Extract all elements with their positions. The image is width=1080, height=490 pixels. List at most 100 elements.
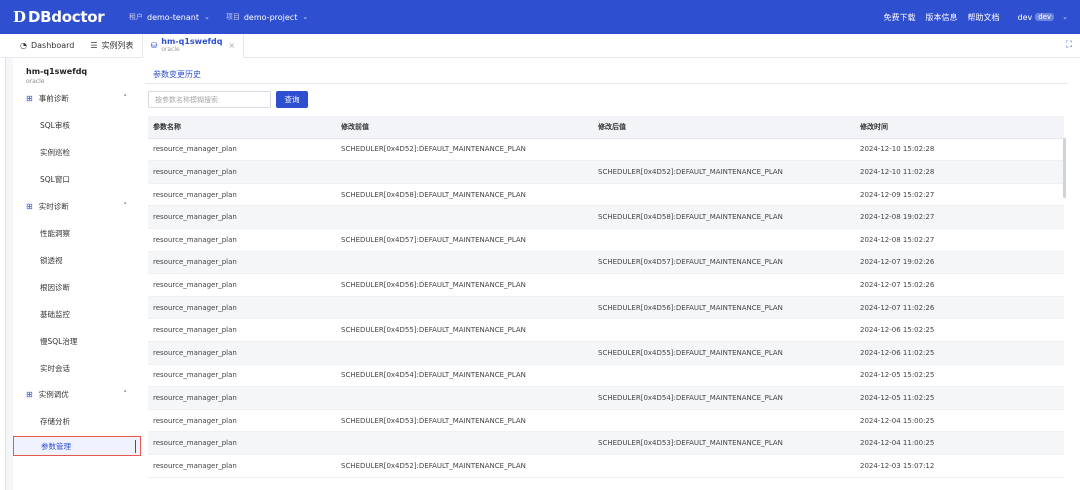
- sidebar-item-sql-window[interactable]: SQL窗口: [13, 169, 141, 189]
- cell-after: SCHEDULER[0x4D56]:DEFAULT_MAINTENANCE_PL…: [598, 303, 783, 312]
- cell-after: SCHEDULER[0x4D58]:DEFAULT_MAINTENANCE_PL…: [598, 213, 783, 222]
- cell-param-name: resource_manager_plan: [153, 393, 237, 402]
- instance-type: oracle: [26, 78, 45, 85]
- table-row: resource_manager_plan SCHEDULER[0x4D52]:D…: [148, 161, 1064, 184]
- close-icon[interactable]: ×: [228, 41, 235, 50]
- cell-time: 2024-12-07 11:02:26: [860, 303, 935, 312]
- col-time: 修改时间: [860, 122, 888, 131]
- cell-time: 2024-12-07 15:02:26: [860, 280, 935, 289]
- instance-name: hm-q1swefdq: [26, 67, 88, 76]
- help-docs-link[interactable]: 帮助文档: [967, 12, 999, 23]
- divider: [145, 83, 1068, 84]
- fullscreen-icon[interactable]: ⛶: [1066, 40, 1072, 50]
- tab-bar: ◔ Dashboard ☰ 实例列表 ⛁ hm-q1swefdq oracle …: [0, 33, 1080, 59]
- cell-param-name: resource_manager_plan: [153, 348, 237, 357]
- table-row: resource_manager_plan SCHEDULER[0x4D57]:D…: [148, 251, 1064, 275]
- cell-after: SCHEDULER[0x4D57]:DEFAULT_MAINTENANCE_PL…: [598, 258, 783, 267]
- project-value: demo-project: [243, 12, 298, 22]
- cell-before: SCHEDULER[0x4D52]:DEFAULT_MAINTENANCE_PL…: [341, 145, 526, 154]
- tab-label: 实例列表: [101, 41, 134, 50]
- table-row: resource_manager_plan SCHEDULER[0x4D58]:D…: [148, 184, 1064, 207]
- cell-before: SCHEDULER[0x4D55]:DEFAULT_MAINTENANCE_PL…: [341, 326, 526, 335]
- query-button[interactable]: 查询: [276, 91, 308, 108]
- sidebar-item-performance[interactable]: 性能洞察: [13, 223, 141, 243]
- cell-param-name: resource_manager_plan: [153, 326, 237, 335]
- cell-param-name: resource_manager_plan: [153, 145, 237, 154]
- free-download-link[interactable]: 免费下载: [883, 12, 915, 23]
- sidebar-item-params[interactable]: 参数管理: [13, 436, 141, 456]
- cell-before: SCHEDULER[0x4D54]:DEFAULT_MAINTENANCE_PL…: [341, 371, 526, 380]
- chevron-up-icon: ˄: [123, 390, 128, 398]
- table-scrollbar[interactable]: [1063, 138, 1066, 198]
- chevron-down-icon: ⌄: [1062, 13, 1068, 21]
- cell-before: SCHEDULER[0x4D56]:DEFAULT_MAINTENANCE_PL…: [341, 280, 526, 289]
- cell-time: 2024-12-10 11:02:28: [860, 167, 935, 176]
- cell-param-name: resource_manager_plan: [153, 235, 237, 244]
- sidebar-group-realtime-diagnosis[interactable]: ⊞ 实时诊断 ˄: [13, 196, 141, 216]
- cell-param-name: resource_manager_plan: [153, 280, 237, 289]
- table-row: resource_manager_plan SCHEDULER[0x4D52]:D…: [148, 139, 1064, 162]
- cell-after: SCHEDULER[0x4D52]:DEFAULT_MAINTENANCE_PL…: [598, 167, 783, 176]
- table-row: resource_manager_plan SCHEDULER[0x4D55]:D…: [148, 341, 1064, 365]
- grid-icon: ⊞: [26, 389, 33, 399]
- tab-label: Dashboard: [30, 41, 75, 50]
- cell-time: 2024-12-04 11:00:25: [860, 439, 935, 448]
- tab-instance-detail[interactable]: ⛁ hm-q1swefdq oracle ×: [141, 33, 245, 59]
- sidebar-item-sql-audit[interactable]: SQL审核: [13, 115, 141, 135]
- col-before: 修改前值: [341, 122, 369, 131]
- param-history-table: 参数名称 修改前值 修改后值 修改时间 resource_manager_pla…: [148, 116, 1064, 478]
- tab-dashboard[interactable]: ◔ Dashboard: [12, 34, 82, 58]
- col-after: 修改后值: [598, 122, 626, 131]
- top-right-links: 免费下载 版本信息 帮助文档 dev dev ⌄: [883, 0, 1080, 34]
- col-param-name: 参数名称: [153, 122, 181, 131]
- top-bar: D DBdoctor 租户 demo-tenant ⌄ 项目 demo-proj…: [0, 0, 1080, 34]
- chevron-up-icon: ˄: [123, 202, 128, 210]
- sidebar-item-lock[interactable]: 锁透视: [13, 250, 141, 270]
- project-label: 项目: [225, 13, 240, 21]
- tab-instance-list[interactable]: ☰ 实例列表: [82, 34, 141, 58]
- sidebar-item-slow-sql[interactable]: 慢SQL治理: [13, 331, 141, 351]
- database-icon: ⛁: [150, 41, 158, 50]
- grid-icon: ⊞: [26, 201, 33, 211]
- tab-param-history[interactable]: 参数变更历史: [145, 64, 209, 84]
- logo-mark: D: [13, 8, 27, 26]
- cell-after: SCHEDULER[0x4D53]:DEFAULT_MAINTENANCE_PL…: [598, 439, 783, 448]
- project-selector[interactable]: 项目 demo-project ⌄: [226, 12, 308, 22]
- list-icon: ☰: [90, 41, 98, 50]
- sidebar-item-root-cause[interactable]: 根因诊断: [13, 277, 141, 297]
- tenant-selector[interactable]: 租户 demo-tenant ⌄: [129, 12, 210, 22]
- cell-time: 2024-12-05 11:02:25: [860, 393, 935, 402]
- cell-before: SCHEDULER[0x4D58]:DEFAULT_MAINTENANCE_PL…: [341, 190, 526, 199]
- cell-after: SCHEDULER[0x4D54]:DEFAULT_MAINTENANCE_PL…: [598, 393, 783, 402]
- sidebar-group-pre-diagnosis[interactable]: ⊞ 事前诊断 ˄: [13, 88, 141, 108]
- grid-icon: ⊞: [26, 93, 33, 103]
- cell-param-name: resource_manager_plan: [153, 190, 237, 199]
- cell-time: 2024-12-03 15:07:12: [860, 461, 935, 470]
- table-row: resource_manager_plan SCHEDULER[0x4D55]:D…: [148, 319, 1064, 342]
- table-row: resource_manager_plan SCHEDULER[0x4D58]:D…: [148, 206, 1064, 229]
- cell-time: 2024-12-08 15:02:27: [860, 235, 935, 244]
- tenant-value: demo-tenant: [147, 12, 199, 22]
- sidebar-item-sessions[interactable]: 实时会话: [13, 358, 141, 378]
- cell-param-name: resource_manager_plan: [153, 303, 237, 312]
- cell-param-name: resource_manager_plan: [153, 258, 237, 267]
- cell-param-name: resource_manager_plan: [153, 416, 237, 425]
- table-row: resource_manager_plan SCHEDULER[0x4D53]:D…: [148, 410, 1064, 433]
- sidebar-item-inspection[interactable]: 实例巡检: [13, 142, 141, 162]
- sidebar-item-storage[interactable]: 存储分析: [13, 411, 141, 431]
- sidebar-item-monitoring[interactable]: 基础监控: [13, 304, 141, 324]
- version-info-link[interactable]: 版本信息: [925, 12, 957, 23]
- group-label: 实例调优: [38, 389, 69, 399]
- cell-before: SCHEDULER[0x4D57]:DEFAULT_MAINTENANCE_PL…: [341, 235, 526, 244]
- cell-time: 2024-12-04 15:00:25: [860, 416, 935, 425]
- cell-param-name: resource_manager_plan: [153, 213, 237, 222]
- logo[interactable]: D DBdoctor: [13, 8, 113, 26]
- cell-time: 2024-12-10 15:02:28: [860, 145, 935, 154]
- cell-time: 2024-12-09 15:02:27: [860, 190, 935, 199]
- cell-time: 2024-12-06 15:02:25: [860, 326, 935, 335]
- table-row: resource_manager_plan SCHEDULER[0x4D56]:D…: [148, 296, 1064, 320]
- user-menu[interactable]: dev dev ⌄: [1017, 13, 1068, 22]
- sidebar-group-tuning[interactable]: ⊞ 实例调优 ˄: [13, 384, 141, 404]
- sidebar: hm-q1swefdq oracle ⊞ 事前诊断 ˄ SQL审核 实例巡检 S…: [13, 58, 141, 490]
- search-input[interactable]: 按参数名称模糊搜索: [148, 91, 271, 108]
